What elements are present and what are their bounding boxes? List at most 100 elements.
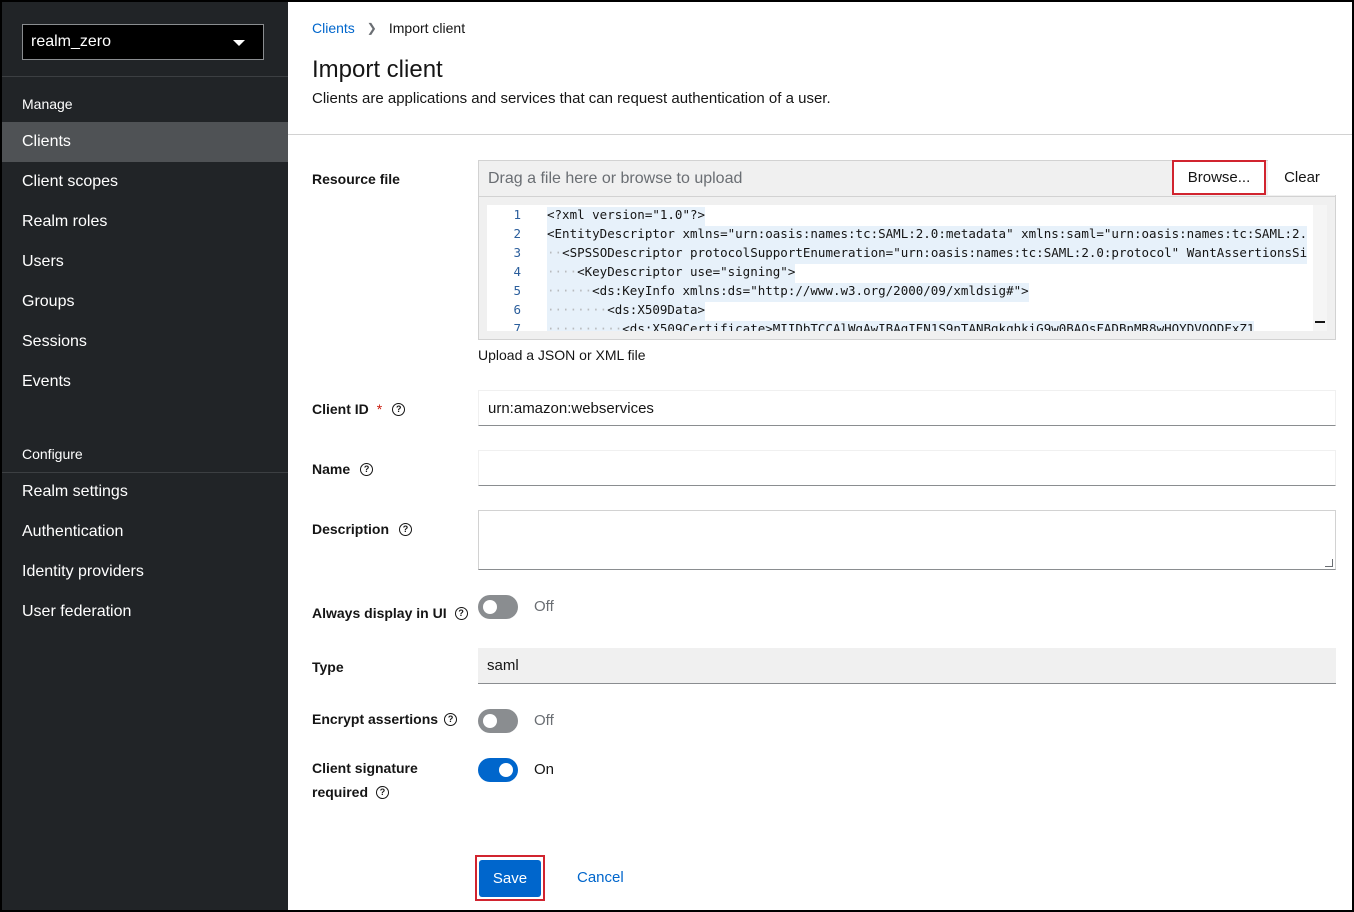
sidebar-divider — [0, 76, 288, 77]
code-text: <EntityDescriptor xmlns="urn:oasis:names… — [547, 226, 1308, 245]
encrypt-assertions-state: Off — [534, 712, 554, 729]
name-label-text: Name — [312, 461, 351, 477]
description-textarea[interactable] — [478, 510, 1336, 570]
name-label: Name ? — [312, 461, 374, 477]
line-number: 7 — [513, 321, 521, 331]
code-line: 6 ········<ds:X509Data> — [487, 302, 1327, 321]
sidebar-item-clients[interactable]: Clients — [0, 122, 288, 162]
toggle-knob — [483, 714, 497, 728]
realm-name: realm_zero — [31, 33, 112, 50]
always-display-label-text: Always display in UI — [312, 605, 447, 621]
code-line: 3 ··<SPSSODescriptor protocolSupportEnume… — [487, 245, 1327, 264]
sidebar: realm_zero Manage Clients Client scopes … — [0, 0, 288, 912]
code-text: ··<SPSSODescriptor protocolSupportEnumer… — [547, 245, 1308, 264]
code-editor-content[interactable]: 1 <?xml version="1.0"?> 2 <EntityDescripto… — [487, 205, 1327, 331]
line-number: 6 — [513, 302, 521, 317]
code-content: <SPSSODescriptor protocolSupportEnumerat… — [562, 245, 1308, 260]
client-id-label: Client ID * ? — [312, 401, 406, 417]
page-description: Clients are applications and services th… — [312, 90, 831, 107]
sidebar-item-events[interactable]: Events — [0, 362, 288, 402]
sidebar-item-groups[interactable]: Groups — [0, 282, 288, 322]
breadcrumb-clients-link[interactable]: Clients — [312, 20, 355, 36]
type-label-text: Type — [312, 659, 344, 675]
help-circle-icon[interactable]: ? — [444, 712, 458, 726]
line-number: 1 — [513, 207, 521, 222]
code-line: 7 ··········<ds:X509Certificate>MIIDbTCCA… — [487, 321, 1327, 331]
always-display-toggle[interactable] — [478, 595, 518, 619]
code-text: ····<KeyDescriptor use="signing"> — [547, 264, 796, 283]
encrypt-assertions-label: Encrypt assertions ? — [312, 711, 458, 727]
line-number: 2 — [513, 226, 521, 241]
code-line: 1 <?xml version="1.0"?> — [487, 207, 1327, 226]
browse-button[interactable]: Browse... — [1172, 160, 1266, 195]
code-line: 5 ······<ds:KeyInfo xmlns:ds="http://www.… — [487, 283, 1327, 302]
type-readonly-field: saml — [478, 648, 1336, 684]
client-signature-label-line1: Client signature — [312, 760, 418, 776]
save-button[interactable]: Save — [479, 860, 541, 897]
realm-selector[interactable]: realm_zero — [22, 24, 264, 60]
section-heading-configure: Configure — [22, 446, 83, 462]
breadcrumb-current: Import client — [388, 20, 466, 36]
clear-button[interactable]: Clear — [1268, 160, 1336, 195]
scrollbar-thumb[interactable] — [1315, 321, 1325, 323]
code-text: ··········<ds:X509Certificate>MIIDbTCCAl… — [547, 321, 1255, 331]
help-circle-icon[interactable]: ? — [454, 606, 468, 620]
sidebar-item-realm-roles[interactable]: Realm roles — [0, 202, 288, 242]
help-circle-icon[interactable]: ? — [376, 785, 390, 799]
indent-guide: ·· — [547, 245, 563, 260]
sidebar-item-client-scopes[interactable]: Client scopes — [0, 162, 288, 202]
encrypt-assertions-toggle[interactable] — [478, 709, 518, 733]
caret-down-icon — [233, 40, 245, 46]
indent-guide: ······ — [547, 283, 593, 298]
resize-handle-icon[interactable] — [1325, 559, 1333, 567]
upload-helper-text: Upload a JSON or XML file — [478, 347, 646, 363]
help-circle-icon[interactable]: ? — [399, 522, 413, 536]
sidebar-item-user-federation[interactable]: User federation — [0, 592, 288, 632]
breadcrumb: Clients ❯ Import client — [312, 20, 465, 36]
sidebar-item-identity-providers[interactable]: Identity providers — [0, 552, 288, 592]
always-display-label: Always display in UI ? — [312, 605, 468, 621]
type-label: Type — [312, 659, 344, 675]
code-text: ········<ds:X509Data> — [547, 302, 706, 321]
sidebar-item-authentication[interactable]: Authentication — [0, 512, 288, 552]
chevron-right-icon: ❯ — [366, 21, 377, 35]
help-circle-icon[interactable]: ? — [360, 462, 374, 476]
name-input[interactable] — [478, 450, 1336, 486]
sidebar-item-sessions[interactable]: Sessions — [0, 322, 288, 362]
page-title: Import client — [312, 56, 443, 83]
code-content: <ds:X509Data> — [607, 302, 706, 317]
code-text: <?xml version="1.0"?> — [547, 207, 706, 226]
description-label: Description ? — [312, 521, 413, 537]
vertical-scrollbar[interactable] — [1313, 205, 1327, 331]
code-editor[interactable]: 1 <?xml version="1.0"?> 2 <EntityDescripto… — [478, 196, 1336, 340]
indent-guide: ···· — [547, 264, 578, 279]
line-number: 5 — [513, 283, 521, 298]
toggle-knob — [499, 763, 513, 777]
code-content: <?xml version="1.0"?> — [547, 207, 706, 222]
encrypt-assertions-label-text: Encrypt assertions — [312, 711, 439, 727]
client-id-label-text: Client ID — [312, 401, 369, 417]
client-signature-label-line2: required — [312, 784, 369, 800]
sidebar-item-users[interactable]: Users — [0, 242, 288, 282]
code-content: <ds:KeyInfo xmlns:ds="http://www.w3.org/… — [592, 283, 1029, 298]
code-line: 2 <EntityDescriptor xmlns="urn:oasis:name… — [487, 226, 1327, 245]
line-number: 3 — [513, 245, 521, 260]
line-number: 4 — [513, 264, 521, 279]
help-circle-icon[interactable]: ? — [392, 402, 406, 416]
description-label-text: Description — [312, 521, 390, 537]
cancel-button[interactable]: Cancel — [577, 869, 624, 886]
code-content: <ds:X509Certificate>MIIDbTCCAlWgAwIBAgIE… — [622, 321, 1255, 331]
main-content: Clients ❯ Import client Import client Cl… — [288, 0, 1354, 912]
sidebar-item-realm-settings[interactable]: Realm settings — [0, 472, 288, 512]
toggle-knob — [483, 600, 497, 614]
code-content: <EntityDescriptor xmlns="urn:oasis:names… — [547, 226, 1308, 241]
client-id-input[interactable]: urn:amazon:webservices — [478, 390, 1336, 426]
code-line: 4 ····<KeyDescriptor use="signing"> — [487, 264, 1327, 283]
code-content: <KeyDescriptor use="signing"> — [577, 264, 796, 279]
client-signature-toggle[interactable] — [478, 758, 518, 782]
client-signature-label-line2-wrap: required ? — [312, 784, 390, 800]
client-signature-state: On — [534, 761, 555, 778]
indent-guide: ·········· — [547, 321, 623, 331]
resource-file-label-text: Resource file — [312, 171, 400, 187]
required-indicator: * — [376, 401, 383, 417]
